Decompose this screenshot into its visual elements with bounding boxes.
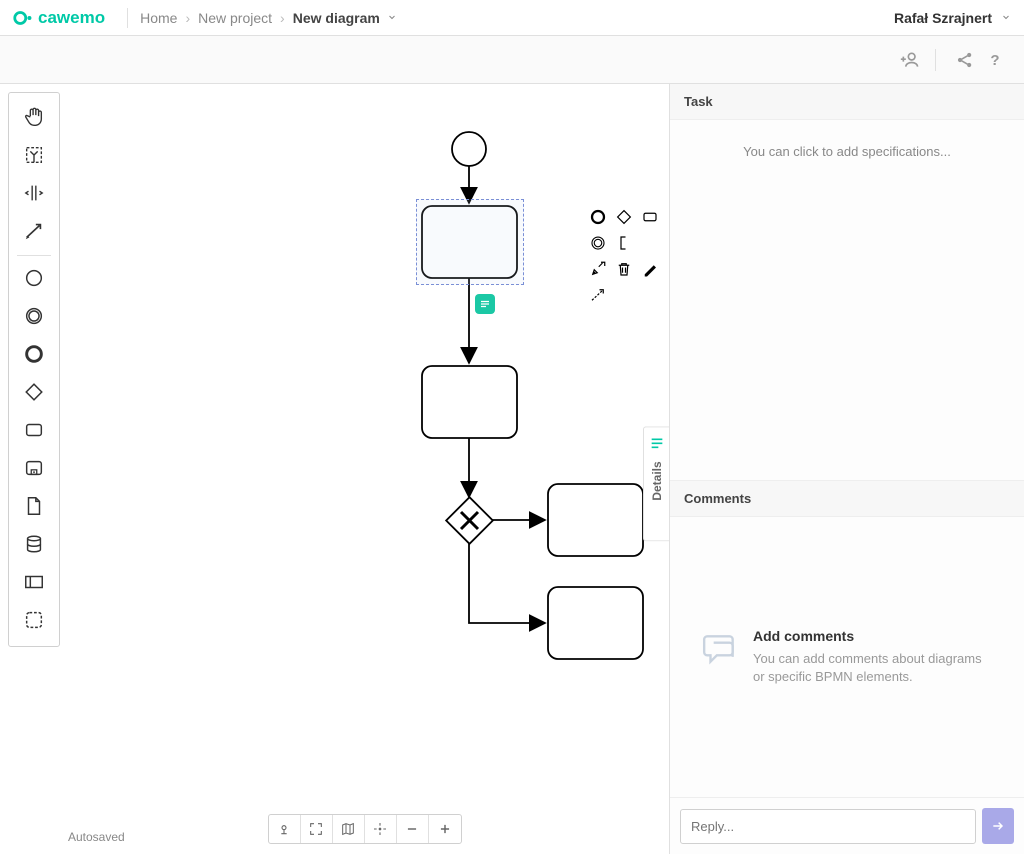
task-tool[interactable] — [16, 412, 52, 448]
space-tool[interactable] — [16, 175, 52, 211]
palette-divider — [17, 255, 51, 256]
minimap-button[interactable] — [333, 815, 365, 843]
comments-empty-title: Add comments — [753, 628, 993, 644]
delete-button[interactable] — [613, 258, 635, 280]
selection-outline — [416, 199, 524, 285]
append-end-event-button[interactable] — [587, 206, 609, 228]
data-object-tool[interactable] — [16, 488, 52, 524]
breadcrumb-sep: › — [185, 10, 190, 26]
diagram-canvas[interactable]: Autosaved — [60, 84, 669, 854]
bpmn-start-event[interactable] — [452, 132, 486, 166]
bpmn-sequence-flow[interactable] — [469, 543, 545, 623]
breadcrumb-current[interactable]: New diagram — [293, 10, 380, 26]
subheader-toolbar: ? — [0, 36, 1024, 84]
context-pad-blank — [639, 232, 661, 254]
details-tab[interactable]: Details — [643, 426, 669, 541]
change-type-button[interactable] — [587, 258, 609, 280]
pool-tool[interactable] — [16, 564, 52, 600]
append-task-button[interactable] — [639, 206, 661, 228]
logo[interactable]: cawemo — [12, 7, 105, 29]
end-event-tool[interactable] — [16, 336, 52, 372]
append-gateway-button[interactable] — [613, 206, 635, 228]
group-tool[interactable] — [16, 602, 52, 638]
header-bar: cawemo Home › New project › New diagram … — [0, 0, 1024, 36]
center-button[interactable] — [365, 815, 397, 843]
subheader-sep — [935, 49, 936, 71]
logo-text: cawemo — [38, 8, 105, 28]
zoom-out-button[interactable] — [397, 815, 429, 843]
header-separator — [127, 8, 128, 28]
comments-empty-desc: You can add comments about diagrams or s… — [753, 650, 993, 686]
help-button[interactable]: ? — [982, 47, 1008, 73]
autosaved-status: Autosaved — [68, 830, 125, 844]
details-tab-icon — [649, 435, 665, 451]
hand-tool[interactable] — [16, 99, 52, 135]
reply-row — [670, 797, 1024, 854]
breadcrumb-dropdown-icon[interactable] — [386, 10, 398, 26]
share-button[interactable] — [952, 47, 978, 73]
specifications-area[interactable]: You can click to add specifications... — [670, 120, 1024, 480]
breadcrumb-project[interactable]: New project — [198, 10, 272, 26]
bpmn-task[interactable] — [548, 484, 643, 556]
breadcrumb-sep: › — [280, 10, 285, 26]
zoom-controls — [268, 814, 462, 844]
append-annotation-button[interactable] — [613, 232, 635, 254]
append-intermediate-event-button[interactable] — [587, 232, 609, 254]
task-section-header: Task — [670, 84, 1024, 120]
add-collaborator-button[interactable] — [897, 47, 923, 73]
specifications-placeholder: You can click to add specifications... — [743, 144, 951, 159]
context-pad — [587, 206, 661, 306]
details-tab-label: Details — [650, 461, 664, 500]
svg-text:?: ? — [990, 52, 999, 69]
start-event-tool[interactable] — [16, 260, 52, 296]
send-reply-button[interactable] — [982, 808, 1014, 844]
speech-bubble-icon — [701, 630, 739, 671]
bpmn-exclusive-gateway[interactable] — [446, 497, 493, 544]
breadcrumb-home[interactable]: Home — [140, 10, 177, 26]
gateway-tool[interactable] — [16, 374, 52, 410]
data-store-tool[interactable] — [16, 526, 52, 562]
reset-viewport-button[interactable] — [269, 815, 301, 843]
cawemo-logo-icon — [12, 7, 34, 29]
zoom-in-button[interactable] — [429, 815, 461, 843]
user-menu[interactable]: Rafał Szrajnert — [894, 10, 1012, 26]
details-sidebar: Task You can click to add specifications… — [669, 84, 1024, 854]
comments-body: Add comments You can add comments about … — [670, 517, 1024, 797]
lasso-tool[interactable] — [16, 137, 52, 173]
user-dropdown-icon — [1000, 10, 1012, 26]
palette — [0, 84, 60, 854]
intermediate-event-tool[interactable] — [16, 298, 52, 334]
fullscreen-button[interactable] — [301, 815, 333, 843]
reply-input[interactable] — [680, 809, 976, 844]
comment-indicator-icon[interactable] — [475, 294, 495, 314]
bpmn-task[interactable] — [548, 587, 643, 659]
user-name: Rafał Szrajnert — [894, 10, 992, 26]
comments-section-header: Comments — [670, 480, 1024, 517]
color-button[interactable] — [639, 258, 661, 280]
bpmn-task[interactable] — [422, 366, 517, 438]
subprocess-tool[interactable] — [16, 450, 52, 486]
breadcrumb: Home › New project › New diagram — [140, 10, 398, 26]
connect-button[interactable] — [587, 284, 609, 306]
connect-tool[interactable] — [16, 213, 52, 249]
